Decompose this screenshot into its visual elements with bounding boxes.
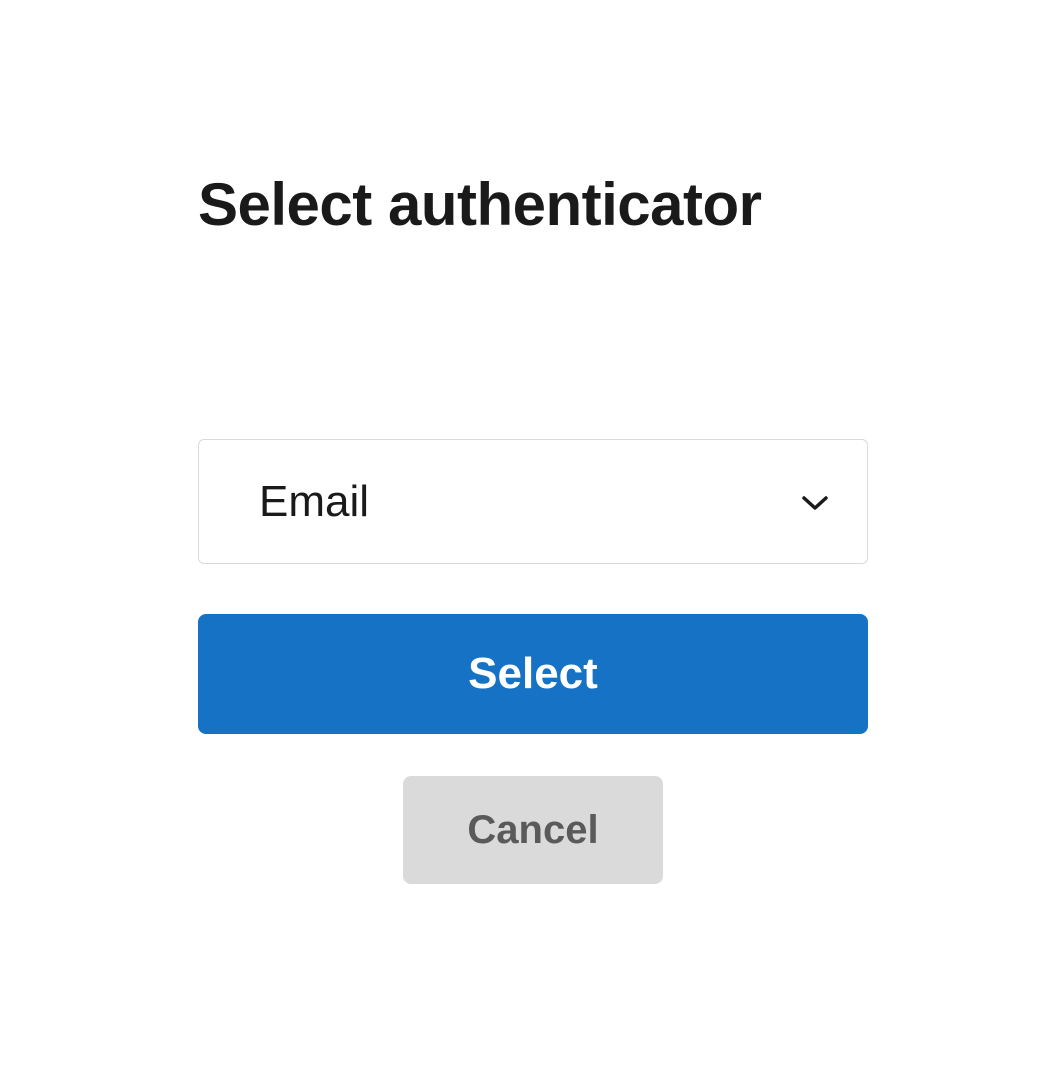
authenticator-select-wrapper: Email <box>198 439 868 564</box>
authenticator-select[interactable]: Email <box>198 439 868 564</box>
page-title: Select authenticator <box>198 170 868 239</box>
select-button[interactable]: Select <box>198 614 868 734</box>
authenticator-selected-value: Email <box>259 477 369 527</box>
authenticator-dialog: Select authenticator Email Select Cancel <box>198 170 868 884</box>
cancel-button[interactable]: Cancel <box>403 776 663 884</box>
